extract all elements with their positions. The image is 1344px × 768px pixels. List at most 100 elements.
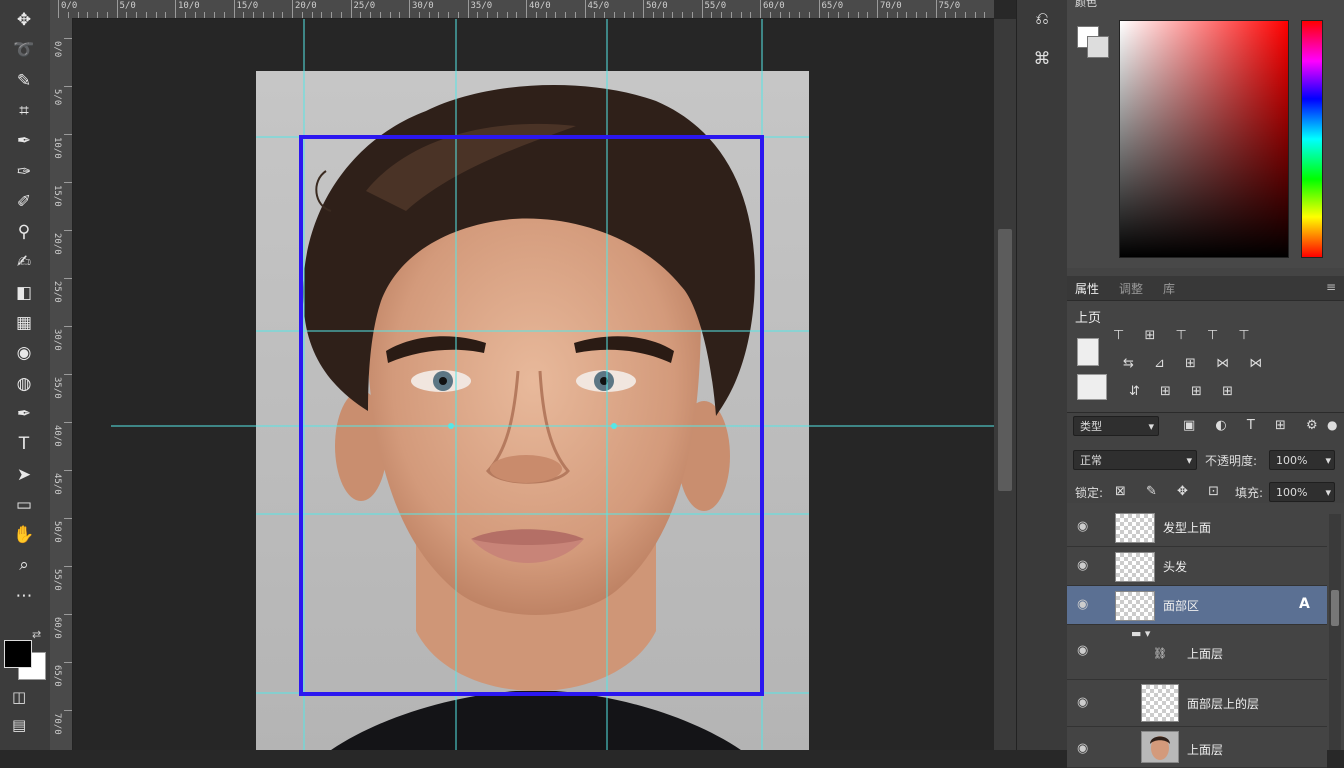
ruler-minor-tick: [808, 12, 810, 18]
layer-filter-icons[interactable]: ▣ ◐ T ⊞ ⚙: [1183, 418, 1326, 433]
visibility-eye-icon[interactable]: ◉: [1077, 558, 1088, 573]
fill-input[interactable]: 100% ▾: [1269, 482, 1335, 502]
group-folder-icon[interactable]: ▬ ▾: [1131, 627, 1150, 640]
type-tool-icon[interactable]: T: [10, 432, 38, 456]
ruler-minor-tick: [896, 12, 898, 18]
ruler-tick: [233, 0, 235, 18]
ruler-minor-tick: [925, 12, 927, 18]
clone-stamp-icon[interactable]: ⚲: [10, 220, 38, 244]
actions-panel-icon[interactable]: ⌘: [1027, 44, 1057, 74]
crop-frame[interactable]: [299, 135, 764, 696]
layer-kind-filter[interactable]: 类型 ▾: [1073, 416, 1159, 436]
layers-scrollbar-thumb[interactable]: [1331, 590, 1339, 626]
ruler-label: 5/0: [119, 1, 136, 11]
document-canvas[interactable]: [73, 19, 994, 750]
align-icons[interactable]: ⊤ ⊞ ⊤ ⊤ ⊤: [1113, 328, 1258, 343]
opacity-input[interactable]: 100% ▾: [1269, 450, 1335, 470]
dodge-icon[interactable]: ◍: [10, 372, 38, 396]
ruler-tick: [467, 0, 469, 18]
layer-thumbnail: [1141, 684, 1179, 722]
pen-tool-icon[interactable]: ✒: [10, 402, 38, 426]
layer-group-row[interactable]: ◉ ▬ ▾ ⛓ 上面层: [1067, 625, 1327, 680]
hand-tool-icon[interactable]: ✋: [10, 523, 38, 547]
ruler-tick: [701, 0, 703, 18]
background-color-chip[interactable]: [1087, 36, 1109, 58]
canvas-scrollbar[interactable]: [994, 19, 1016, 750]
layer-row[interactable]: ◉ 头发: [1067, 547, 1327, 586]
ruler-label: 30/0: [412, 1, 434, 11]
ruler-tick: [64, 566, 72, 567]
distribute-icons[interactable]: ⇆ ⊿ ⊞ ⋈ ⋈: [1123, 356, 1270, 371]
zoom-tool-icon[interactable]: ⌕: [10, 553, 38, 577]
path-select-icon[interactable]: ➤: [10, 463, 38, 487]
layer-name: 发型上面: [1163, 521, 1212, 535]
visibility-eye-icon[interactable]: ◉: [1077, 695, 1088, 710]
ruler-label: 45/0: [52, 473, 62, 495]
ruler-minor-tick: [272, 12, 274, 18]
gradient-icon[interactable]: ▦: [10, 311, 38, 335]
screen-mode-icon[interactable]: ▤: [12, 716, 26, 734]
foreground-color-swatch[interactable]: [4, 640, 32, 668]
ruler-label: 50/0: [646, 1, 668, 11]
blend-mode-select[interactable]: 正常 ▾: [1073, 450, 1197, 470]
ruler-minor-tick: [360, 12, 362, 18]
scrollbar-thumb[interactable]: [998, 229, 1012, 491]
ruler-minor-tick: [789, 12, 791, 18]
move-tool-icon[interactable]: ✥: [10, 8, 38, 32]
guide-anchor-point[interactable]: [448, 423, 454, 429]
layer-row[interactable]: ◉ 上面层: [1067, 727, 1327, 768]
quick-select-icon[interactable]: ✎: [10, 69, 38, 93]
shape-tool-icon[interactable]: ▭: [10, 493, 38, 517]
visibility-eye-icon[interactable]: ◉: [1077, 643, 1088, 658]
blur-icon[interactable]: ◉: [10, 341, 38, 365]
crop-tool-icon[interactable]: ⌗: [10, 99, 38, 123]
tab-properties[interactable]: 属性: [1075, 280, 1099, 297]
vertical-ruler[interactable]: 0/0 5/0 10/0 15/0 20/0 25/0 30/0 35/0 40/0 45/0 50…: [50, 18, 73, 750]
eyedropper-icon[interactable]: ✒: [10, 129, 38, 153]
color-panel-title: 颜色: [1075, 0, 1097, 9]
tab-libraries[interactable]: 库: [1163, 280, 1175, 297]
layer-row[interactable]: ◉ 发型上面: [1067, 508, 1327, 547]
lasso-tool-icon[interactable]: ➰: [10, 38, 38, 62]
panel-menu-icon[interactable]: ≡: [1326, 280, 1336, 294]
ruler-minor-tick: [682, 12, 683, 18]
ruler-minor-tick: [886, 12, 888, 18]
lock-icons[interactable]: ⊠ ✎ ✥ ⊡: [1115, 484, 1227, 499]
layer-name: 头发: [1163, 560, 1188, 574]
layer-row[interactable]: ◉ 面部层上的层: [1067, 680, 1327, 727]
healing-brush-icon[interactable]: ✑: [10, 160, 38, 184]
visibility-eye-icon[interactable]: ◉: [1077, 519, 1088, 534]
ruler-tick: [760, 0, 761, 18]
edit-toolbar-icon[interactable]: ⋯: [10, 584, 38, 608]
ruler-minor-tick: [77, 12, 79, 18]
ruler-minor-tick: [496, 12, 498, 18]
quick-mask-icon[interactable]: ◫: [12, 688, 26, 706]
history-panel-icon[interactable]: ⎌: [1027, 4, 1057, 34]
ruler-tick: [64, 710, 72, 711]
visibility-eye-icon[interactable]: ◉: [1077, 741, 1088, 756]
tab-adjustments[interactable]: 调整: [1119, 280, 1143, 297]
guide-anchor-point[interactable]: [611, 423, 617, 429]
eraser-icon[interactable]: ◧: [10, 281, 38, 305]
ruler-minor-tick: [321, 12, 323, 18]
swap-colors-icon[interactable]: ⇄: [32, 628, 41, 641]
color-field[interactable]: [1119, 20, 1289, 258]
ruler-label: 35/0: [470, 1, 493, 11]
ruler-label: 40/0: [52, 425, 62, 447]
ruler-minor-tick: [740, 12, 742, 18]
ruler-label: 30/0: [52, 329, 62, 351]
layer-row-selected[interactable]: ◉ 面部区 A: [1067, 586, 1327, 625]
visibility-eye-icon[interactable]: ◉: [1077, 597, 1088, 612]
brush-tool-icon[interactable]: ✐: [10, 190, 38, 214]
hue-slider[interactable]: [1301, 20, 1323, 258]
layer-mask-thumb[interactable]: [1077, 338, 1099, 366]
ruler-tick: [64, 230, 72, 231]
transform-thumb[interactable]: [1077, 374, 1107, 400]
horizontal-ruler[interactable]: 0/0 5/0 10/0 15/0 20/0 25/0 30/0 35/0 40/0 45/0 50…: [50, 0, 994, 19]
filter-toggle-icon[interactable]: ●: [1327, 418, 1337, 432]
arrange-icons[interactable]: ⇵ ⊞ ⊞ ⊞: [1129, 384, 1241, 399]
layers-scrollbar[interactable]: [1329, 514, 1341, 750]
ruler-minor-tick: [194, 12, 196, 18]
history-brush-icon[interactable]: ✍: [10, 250, 38, 274]
ruler-label: 65/0: [52, 665, 62, 687]
